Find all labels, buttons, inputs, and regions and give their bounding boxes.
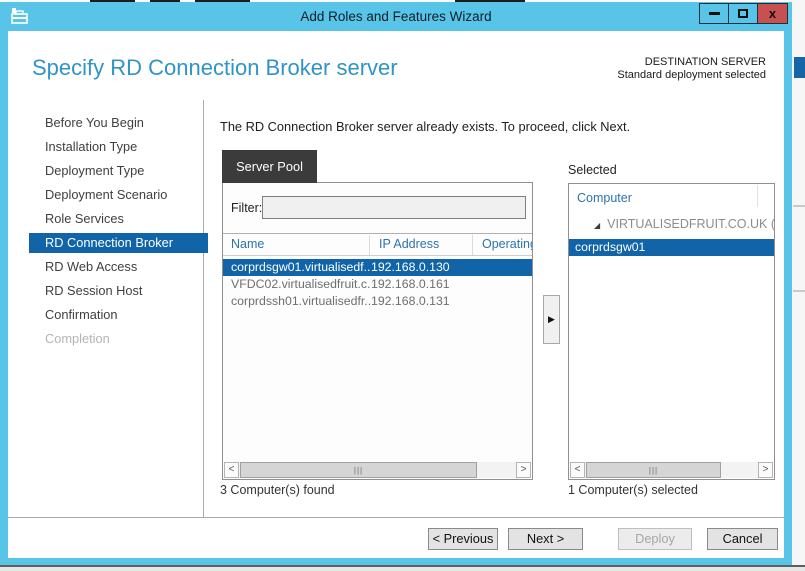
scrollbar-thumb[interactable]: ||| [586, 462, 721, 478]
server-ip-cell: 192.168.0.161 [371, 276, 450, 293]
maximize-icon [738, 9, 748, 18]
column-divider [757, 185, 758, 207]
add-server-button[interactable]: ▶ [543, 295, 560, 344]
destination-server-value: Standard deployment selected [617, 69, 766, 81]
domain-group-label: VIRTUALISEDFRUIT.CO.UK (1 [607, 217, 775, 231]
server-pool-panel: Filter: Name IP Address Operating corprd… [222, 182, 533, 480]
window-title: Add Roles and Features Wizard [0, 2, 792, 31]
server-ip-cell: 192.168.0.130 [371, 259, 450, 276]
column-header-ip-address[interactable]: IP Address [379, 237, 439, 251]
scroll-left-icon[interactable]: < [570, 462, 585, 478]
background-window-fragment [791, 0, 805, 571]
sidebar-item-role-services[interactable]: Role Services [29, 209, 208, 229]
wizard-window: Add Roles and Features Wizard x Specify … [0, 2, 792, 565]
column-header-computer[interactable]: Computer [577, 191, 632, 205]
wizard-content: Specify RD Connection Broker server DEST… [8, 31, 784, 558]
scrollbar-grip-icon: ||| [354, 466, 363, 475]
sidebar-item-installation-type[interactable]: Installation Type [29, 137, 208, 157]
server-name-cell: corprdsgw01.virtualisedf... [223, 259, 371, 276]
column-header-name[interactable]: Name [231, 237, 264, 251]
sidebar-item-completion: Completion [29, 329, 208, 349]
close-icon: x [769, 7, 776, 20]
selected-computers-panel: Computer ◢ VIRTUALISEDFRUIT.CO.UK (1 corp… [568, 183, 775, 480]
server-name-cell: corprdssh01.virtualisedfr... [223, 293, 371, 310]
background-window-fragment [793, 205, 805, 207]
sidebar-item-deployment-scenario[interactable]: Deployment Scenario [29, 185, 208, 205]
instruction-text: The RD Connection Broker server already … [220, 119, 630, 134]
tab-server-pool[interactable]: Server Pool [222, 150, 317, 183]
previous-button[interactable]: < Previous [428, 528, 498, 550]
destination-server-label: DESTINATION SERVER [645, 56, 766, 68]
filter-input[interactable] [262, 196, 526, 219]
computers-selected-status: 1 Computer(s) selected [568, 483, 698, 497]
table-header-underline [223, 255, 532, 256]
scroll-left-icon[interactable]: < [224, 462, 239, 478]
horizontal-scrollbar[interactable]: < ||| > [224, 462, 531, 478]
column-header-operating-system[interactable]: Operating [482, 237, 532, 251]
selected-panel-label: Selected [568, 163, 617, 177]
sidebar-item-rd-web-access[interactable]: RD Web Access [29, 257, 208, 277]
column-divider [369, 235, 370, 255]
column-divider [472, 235, 473, 255]
computers-found-status: 3 Computer(s) found [220, 483, 335, 497]
server-pool-rows: corprdsgw01.virtualisedf... 192.168.0.13… [223, 259, 532, 310]
footer-separator [8, 517, 784, 518]
sidebar-item-rd-connection-broker[interactable]: RD Connection Broker [29, 233, 208, 253]
selected-computer-item[interactable]: corprdsgw01 [569, 239, 774, 256]
deploy-button: Deploy [618, 528, 692, 550]
cancel-button[interactable]: Cancel [707, 528, 778, 550]
titlebar[interactable]: Add Roles and Features Wizard x [0, 2, 792, 31]
close-button[interactable]: x [757, 3, 788, 24]
sidebar-item-confirmation[interactable]: Confirmation [29, 305, 208, 325]
scrollbar-thumb[interactable]: ||| [240, 462, 477, 478]
window-controls: x [700, 3, 788, 24]
table-row[interactable]: corprdsgw01.virtualisedf... 192.168.0.13… [223, 259, 532, 276]
table-row[interactable]: corprdssh01.virtualisedfr... 192.168.0.1… [223, 293, 532, 310]
minimize-button[interactable] [699, 3, 729, 24]
maximize-button[interactable] [728, 3, 758, 24]
page-title: Specify RD Connection Broker server [32, 55, 398, 81]
domain-tree-group[interactable]: ◢ VIRTUALISEDFRUIT.CO.UK (1 [569, 217, 775, 231]
sidebar-item-deployment-type[interactable]: Deployment Type [29, 161, 208, 181]
table-row[interactable]: VFDC02.virtualisedfruit.c... 192.168.0.1… [223, 276, 532, 293]
background-window-fragment [0, 567, 805, 571]
horizontal-scrollbar[interactable]: < ||| > [570, 462, 773, 478]
next-button[interactable]: Next > [508, 528, 583, 550]
tree-expanded-icon: ◢ [594, 221, 600, 230]
wizard-steps-nav: Before You Begin Installation Type Deplo… [29, 113, 208, 353]
background-window-fragment [793, 290, 805, 292]
sidebar-item-before-you-begin[interactable]: Before You Begin [29, 113, 208, 133]
background-window-fragment [794, 57, 805, 78]
sidebar-item-rd-session-host[interactable]: RD Session Host [29, 281, 208, 301]
server-name-cell: VFDC02.virtualisedfruit.c... [223, 276, 371, 293]
scroll-right-icon[interactable]: > [516, 462, 531, 478]
filter-label: Filter: [231, 201, 262, 215]
right-arrow-icon: ▶ [548, 314, 555, 325]
server-ip-cell: 192.168.0.131 [371, 293, 450, 310]
minimize-icon [709, 12, 720, 15]
scroll-right-icon[interactable]: > [758, 462, 773, 478]
scrollbar-grip-icon: ||| [649, 466, 658, 475]
table-border [223, 233, 532, 234]
